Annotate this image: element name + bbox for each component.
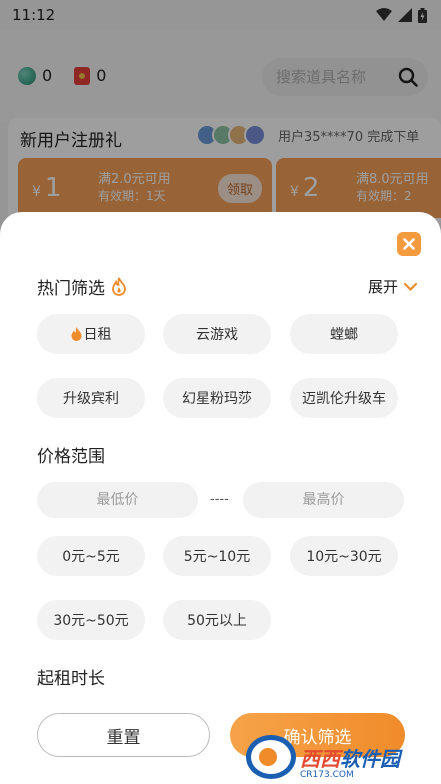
- flame-icon: [71, 327, 81, 341]
- watermark-site: CR173.COM: [300, 770, 354, 780]
- chip-label: 日租: [83, 327, 112, 343]
- chip-label: 10元~30元: [306, 549, 382, 565]
- watermark-text: 西西软件园: [300, 746, 400, 771]
- chip-label: 云游戏: [196, 327, 238, 343]
- price-separator: ----: [210, 492, 229, 507]
- close-icon[interactable]: [403, 238, 415, 250]
- expand-label: 展开: [368, 278, 399, 296]
- price-option-50-plus[interactable]: 50元以上: [163, 600, 271, 640]
- min-price-input[interactable]: [37, 482, 198, 518]
- close-button[interactable]: [397, 232, 421, 256]
- filter-chip-mantis[interactable]: 螳螂: [290, 314, 398, 354]
- price-option-5-10[interactable]: 5元~10元: [163, 536, 271, 576]
- reset-button[interactable]: 重置: [37, 713, 210, 757]
- filter-chip-daily-rent[interactable]: 日租: [37, 314, 145, 354]
- chip-label: 0元~5元: [62, 549, 120, 565]
- flame-icon: [112, 277, 126, 296]
- price-option-30-50[interactable]: 30元~50元: [37, 600, 145, 640]
- chip-label: 5元~10元: [183, 549, 251, 565]
- price-range-title: 价格范围: [37, 447, 105, 467]
- filter-chip-fantasy-maserati[interactable]: 幻星粉玛莎: [163, 378, 271, 418]
- chip-label: 30元~50元: [53, 613, 129, 629]
- max-price-input[interactable]: [243, 482, 404, 518]
- filter-chip-cloud-gaming[interactable]: 云游戏: [163, 314, 271, 354]
- expand-toggle[interactable]: 展开: [368, 276, 418, 297]
- chip-label: 50元以上: [187, 613, 247, 629]
- filter-chip-upgrade-bentley[interactable]: 升级宾利: [37, 378, 145, 418]
- chip-label: 迈凯伦升级车: [302, 391, 386, 407]
- rental-duration-title: 起租时长: [37, 669, 105, 689]
- filter-sheet: 热门筛选 展开 日租 云游戏 螳螂 升级宾利 幻星粉玛莎 迈凯伦升级车 价格范围…: [0, 212, 441, 784]
- watermark-emblem-icon: [246, 735, 296, 779]
- hot-filter-title: 热门筛选: [37, 274, 127, 299]
- filter-chip-mclaren-upgrade[interactable]: 迈凯伦升级车: [290, 378, 398, 418]
- chip-label: 升级宾利: [63, 391, 119, 407]
- chevron-down-icon: [404, 282, 418, 291]
- price-option-10-30[interactable]: 10元~30元: [290, 536, 398, 576]
- hot-filter-label: 热门筛选: [37, 279, 105, 299]
- price-option-0-5[interactable]: 0元~5元: [37, 536, 145, 576]
- chip-label: 螳螂: [330, 327, 358, 343]
- chip-label: 幻星粉玛莎: [182, 391, 252, 407]
